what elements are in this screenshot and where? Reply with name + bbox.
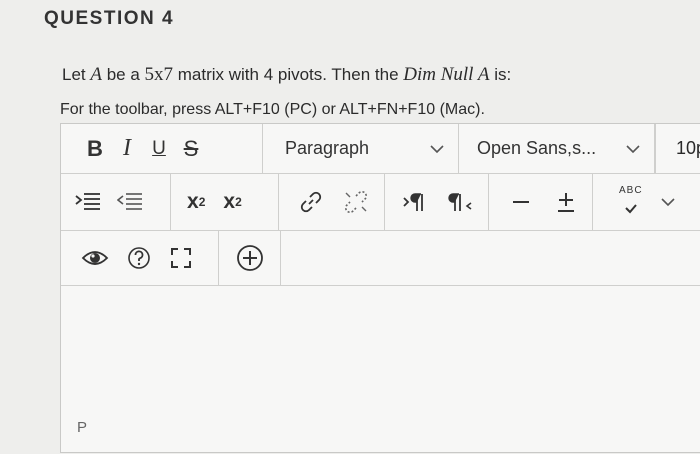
underline-button[interactable]: U [143, 132, 175, 166]
fullscreen-icon[interactable] [169, 241, 193, 275]
bold-button[interactable]: B [79, 132, 111, 166]
outdent-icon[interactable] [117, 185, 143, 219]
element-path: P [77, 419, 88, 436]
italic-button[interactable]: I [111, 132, 143, 166]
font-family-value: Open Sans,s... [477, 138, 597, 158]
horizontal-line-icon[interactable] [511, 185, 531, 219]
toolbar-hint: For the toolbar, press ALT+F10 (PC) or A… [60, 101, 485, 118]
toolbar-row-3 [61, 231, 700, 286]
script-group: x2 x2 [171, 174, 279, 230]
help-icon[interactable] [127, 241, 151, 275]
indent-group [61, 174, 171, 230]
toolbar-row-1: B I U S Paragraph Open Sans,s... 10p [61, 124, 700, 174]
insert-group [489, 174, 593, 230]
direction-group [385, 174, 489, 230]
link-group [279, 174, 385, 230]
paragraph-select[interactable]: Paragraph [263, 124, 459, 173]
strikethrough-button[interactable]: S [175, 132, 207, 166]
question-prompt: Let A be a 5x7 matrix with 4 pivots. The… [62, 64, 512, 85]
preview-eye-icon[interactable] [81, 241, 109, 275]
spellcheck-button[interactable]: ABC [619, 184, 643, 220]
plus-minus-icon[interactable] [555, 185, 577, 219]
link-icon[interactable] [299, 185, 323, 219]
toolbar-row-2: x2 x2 ABC [61, 174, 700, 231]
question-title: QUESTION 4 [44, 8, 175, 29]
checkmark-icon [624, 196, 638, 220]
font-family-select[interactable]: Open Sans,s... [459, 124, 655, 173]
add-content-group [219, 231, 281, 285]
indent-icon[interactable] [75, 185, 101, 219]
spellcheck-group: ABC [593, 174, 700, 230]
tools-group [61, 231, 219, 285]
editor-content-area[interactable]: P [61, 286, 700, 454]
text-format-group: B I U S [61, 124, 263, 173]
rich-text-editor: B I U S Paragraph Open Sans,s... 10p [60, 123, 700, 453]
spellcheck-label: ABC [619, 184, 643, 196]
chevron-down-icon [430, 141, 444, 157]
chevron-down-icon [626, 141, 640, 157]
rtl-paragraph-icon[interactable] [447, 185, 475, 219]
subscript-button[interactable]: x2 [223, 185, 241, 219]
unlink-icon[interactable] [343, 185, 369, 219]
spellcheck-dropdown[interactable] [660, 185, 675, 219]
superscript-button[interactable]: x2 [187, 185, 205, 219]
font-size-value: 10p [676, 138, 700, 158]
paragraph-select-value: Paragraph [285, 138, 370, 158]
ltr-paragraph-icon[interactable] [403, 185, 431, 219]
add-content-icon[interactable] [236, 241, 264, 275]
font-size-select[interactable]: 10p [655, 124, 700, 173]
